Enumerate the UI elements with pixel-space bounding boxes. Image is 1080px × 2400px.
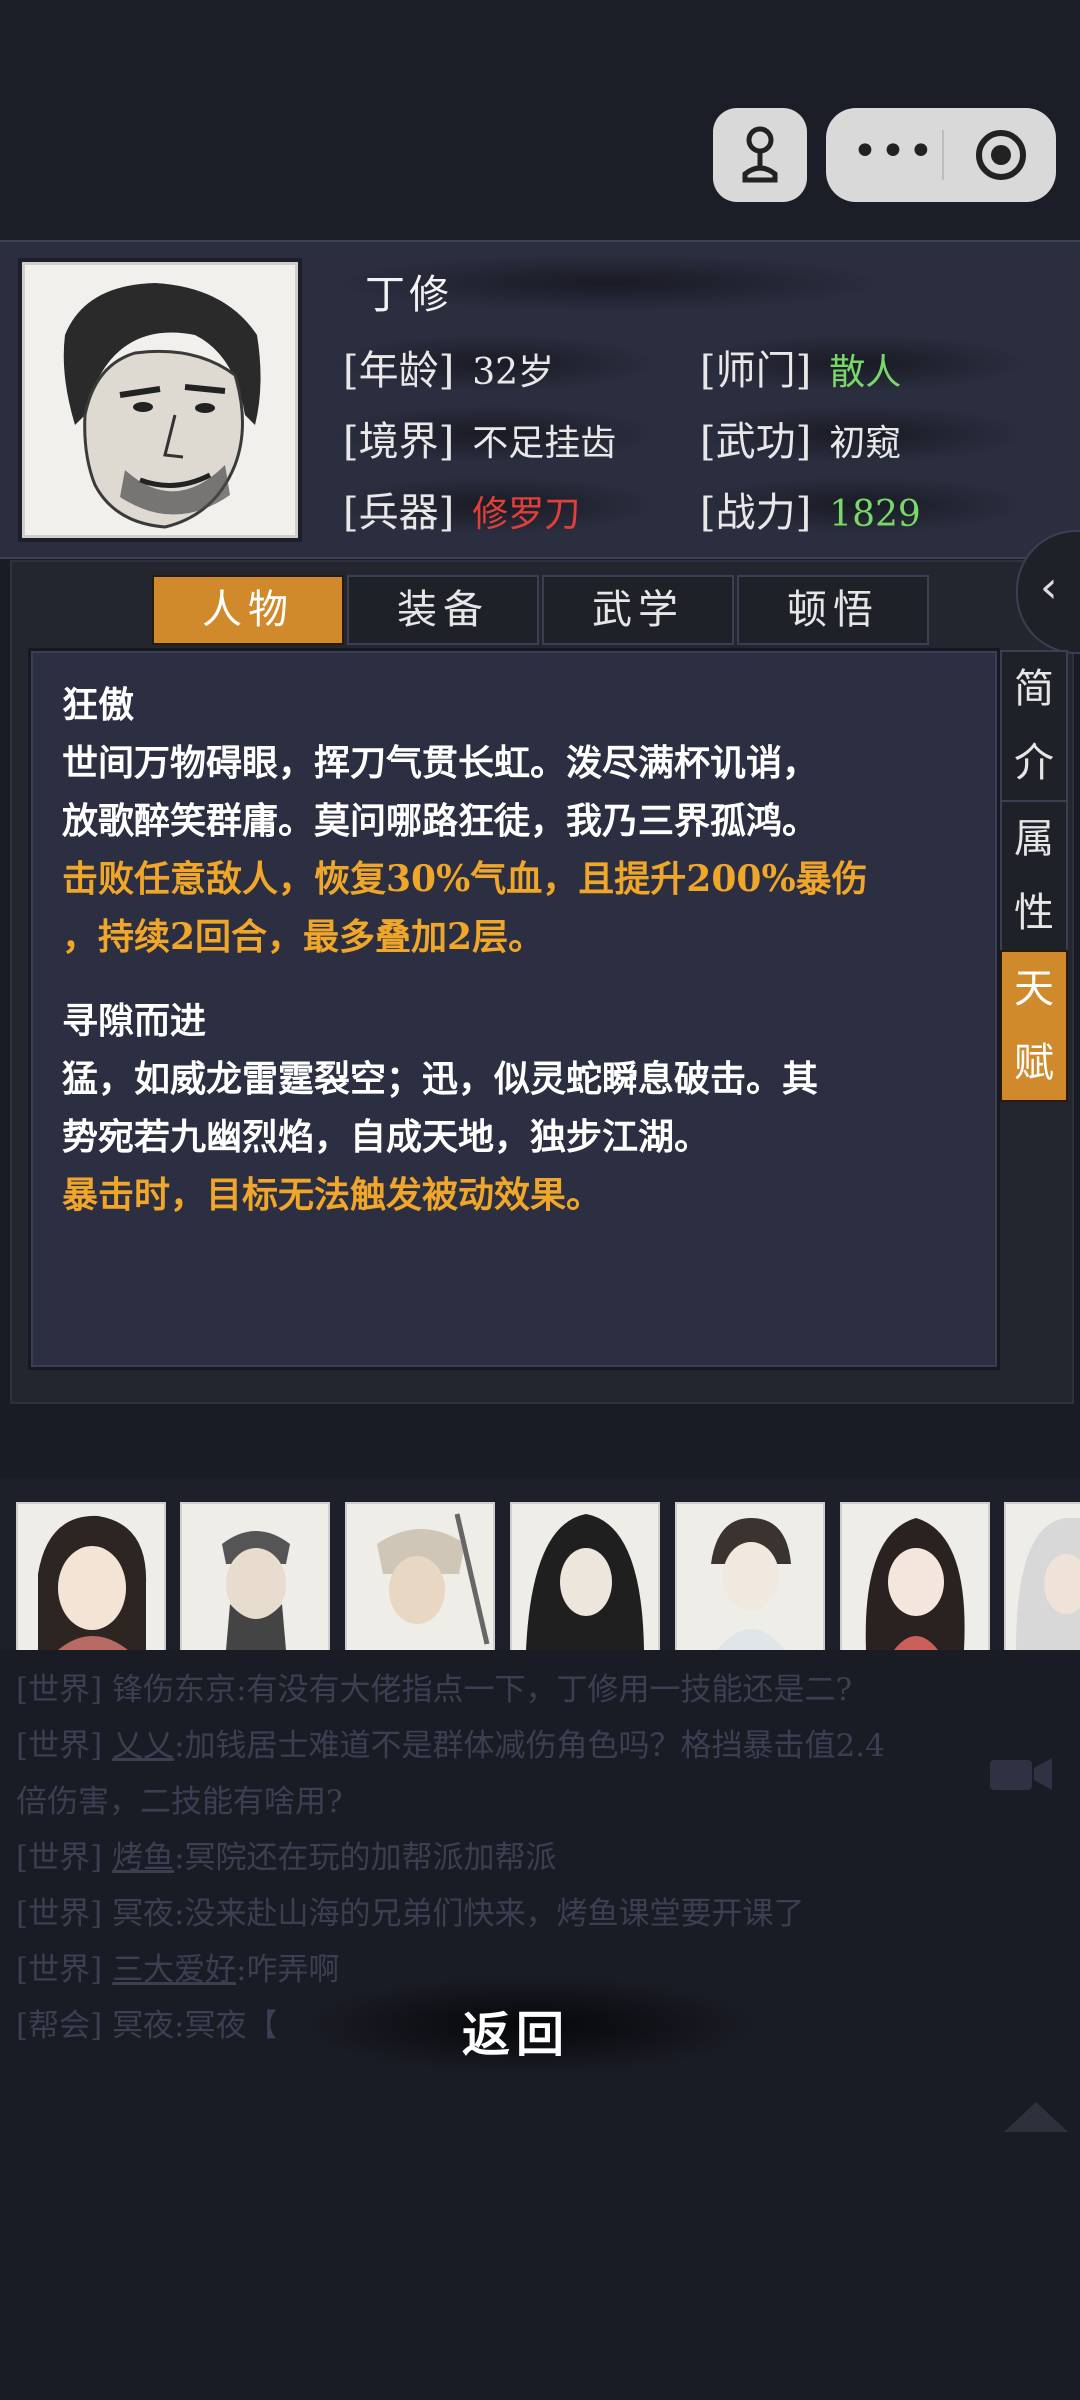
character-thumb[interactable] xyxy=(180,1502,330,1652)
back-label: 返回 xyxy=(462,2007,571,2063)
chat-line: [帮会] 冥夜:冥夜【 xyxy=(16,2000,278,2045)
side-tab-attributes[interactable]: 属 性 xyxy=(1000,800,1068,952)
attr-kungfu: [武功] 初窥 xyxy=(700,409,901,467)
character-thumb[interactable] xyxy=(1004,1502,1080,1652)
chat-channel: [世界] xyxy=(16,1672,103,1708)
character-thumb[interactable] xyxy=(510,1502,660,1652)
chat-channel: [世界] xyxy=(16,1952,103,1988)
chat-line: [世界] 乂乂:加钱居士难道不是群体减伤角色吗？格挡暴击值2.4 xyxy=(16,1720,885,1765)
talent-desc-line: 世间万物碍眼，挥刀气贯长虹。泼尽满杯讥诮， xyxy=(62,742,819,784)
attr-value: 修罗刀 xyxy=(472,494,581,535)
chat-user[interactable]: 烤鱼 xyxy=(112,1840,174,1876)
portrait-sketch xyxy=(1016,1518,1080,1650)
chat-channel: [世界] xyxy=(16,1840,103,1876)
attr-value: 1829 xyxy=(829,494,921,535)
attr-label: [境界] xyxy=(343,419,455,465)
chat-text: 倍伤害，二技能有啥用? xyxy=(16,1784,343,1820)
attr-value: 散人 xyxy=(829,352,902,393)
attr-label: [战力] xyxy=(700,490,812,536)
talent-effect-line: ，持续2回合，最多叠加2层。 xyxy=(62,916,545,958)
attr-sect: [师门] 散人 xyxy=(700,338,901,396)
character-thumb[interactable] xyxy=(675,1502,825,1652)
talent-title: 狂傲 xyxy=(62,684,135,726)
attr-value: 不足挂齿 xyxy=(472,423,617,464)
attr-label: [武功] xyxy=(700,419,812,465)
video-camera-icon[interactable] xyxy=(988,1754,1054,1794)
portrait-sketch xyxy=(222,1531,290,1650)
character-name: 丁修 xyxy=(365,272,453,318)
back-button[interactable]: 返回 xyxy=(300,1975,760,2075)
talent-desc-line: 势宛若九幽烈焰，自成天地，独步江湖。 xyxy=(62,1116,711,1158)
chat-channel: [世界] xyxy=(16,1728,103,1764)
side-tab-char: 性 xyxy=(1014,890,1054,936)
portrait-sketch xyxy=(63,283,261,529)
joystick-icon xyxy=(742,126,778,183)
portrait-sketch xyxy=(865,1518,965,1650)
chat-channel: [帮会] xyxy=(16,2008,103,2044)
portrait-sketch xyxy=(711,1518,791,1650)
talent-effect-line: 暴击时，目标无法触发被动效果。 xyxy=(62,1174,603,1216)
talent-effect-line: 击败任意敌人，恢复30%气血，且提升200%暴伤 xyxy=(62,858,868,900)
tab-enlightenment[interactable]: 顿悟 xyxy=(737,575,929,645)
talent-desc-line: 放歌醉笑群庸。莫问哪路狂徒，我乃三界孤鸿。 xyxy=(62,800,819,842)
tab-character[interactable]: 人物 xyxy=(152,575,344,645)
chevron-left-icon: ‹ xyxy=(1040,562,1058,613)
attr-label: [年龄] xyxy=(343,348,455,394)
joystick-button[interactable] xyxy=(713,108,807,202)
attr-label: [兵器] xyxy=(343,490,455,536)
side-tab-talent[interactable]: 天 赋 xyxy=(1000,950,1068,1102)
side-tab-char: 属 xyxy=(1014,816,1054,862)
chat-text: :有没有大佬指点一下，丁修用一技能还是二? xyxy=(236,1672,853,1708)
chat-user[interactable]: 三大爱好 xyxy=(112,1952,236,1988)
chat-user[interactable]: 乂乂 xyxy=(112,1728,174,1764)
chat-line: [世界] 冥夜:没来赴山海的兄弟们快来，烤鱼课堂要开课了 xyxy=(16,1888,805,1933)
chat-channel: [世界] xyxy=(16,1896,103,1932)
portrait-sketch xyxy=(526,1514,644,1650)
side-tab-char: 赋 xyxy=(1014,1040,1054,1086)
side-tab-char: 天 xyxy=(1014,966,1054,1012)
attr-age: [年龄] 32岁 xyxy=(343,338,554,396)
more-icon[interactable]: ••• xyxy=(852,126,936,177)
talent-2: 寻隙而进 猛，如威龙雷霆裂空；迅，似灵蛇瞬息破击。其 势宛若九幽烈焰，自成天地，… xyxy=(62,992,962,1224)
chat-user[interactable]: 锋伤东京 xyxy=(112,1672,236,1708)
talent-title: 寻隙而进 xyxy=(62,1000,207,1042)
character-thumb[interactable] xyxy=(16,1502,166,1652)
talent-desc-line: 猛，如威龙雷霆裂空；迅，似灵蛇瞬息破击。其 xyxy=(62,1058,819,1100)
chat-text: 冥夜:没来赴山海的兄弟们快来，烤鱼课堂要开课了 xyxy=(112,1896,805,1932)
chat-text: :加钱居士难道不是群体减伤角色吗？格挡暴击值2.4 xyxy=(174,1728,885,1764)
chat-text: 冥夜:冥夜【 xyxy=(112,2008,278,2044)
attr-power: [战力] 1829 xyxy=(700,480,921,538)
talent-1: 狂傲 世间万物碍眼，挥刀气贯长虹。泼尽满杯讥诮， 放歌醉笑群庸。莫问哪路狂徒，我… xyxy=(62,676,962,966)
tab-equipment[interactable]: 装备 xyxy=(347,575,539,645)
portrait-sketch xyxy=(38,1515,147,1650)
attr-value: 32岁 xyxy=(472,352,555,393)
attr-weapon: [兵器] 修罗刀 xyxy=(343,480,580,538)
chat-line: [世界] 烤鱼:冥院还在玩的加帮派加帮派 xyxy=(16,1832,557,1877)
character-thumb[interactable] xyxy=(345,1502,495,1652)
close-target-icon[interactable] xyxy=(976,130,1026,180)
attr-realm: [境界] 不足挂齿 xyxy=(343,409,616,467)
character-portrait xyxy=(22,262,298,538)
attr-value: 初窥 xyxy=(829,423,902,464)
mini-program-capsule: ••• xyxy=(826,108,1056,202)
tab-martial-arts[interactable]: 武学 xyxy=(542,575,734,645)
side-tab-intro[interactable]: 简 介 xyxy=(1000,650,1068,802)
portrait-sketch xyxy=(377,1513,490,1645)
attr-label: [师门] xyxy=(700,348,812,394)
chat-line: [世界] 三大爱好:咋弄啊 xyxy=(16,1944,340,1989)
scroll-up-icon[interactable] xyxy=(1004,2102,1068,2132)
capsule-divider xyxy=(942,130,944,180)
character-thumb[interactable] xyxy=(840,1502,990,1652)
chat-line: [世界] 锋伤东京:有没有大佬指点一下，丁修用一技能还是二? xyxy=(16,1664,852,1709)
chat-text: :冥院还在玩的加帮派加帮派 xyxy=(174,1840,557,1876)
side-tab-char: 介 xyxy=(1014,740,1054,786)
side-tab-char: 简 xyxy=(1014,666,1054,712)
chat-line: 倍伤害，二技能有啥用? xyxy=(16,1776,343,1821)
